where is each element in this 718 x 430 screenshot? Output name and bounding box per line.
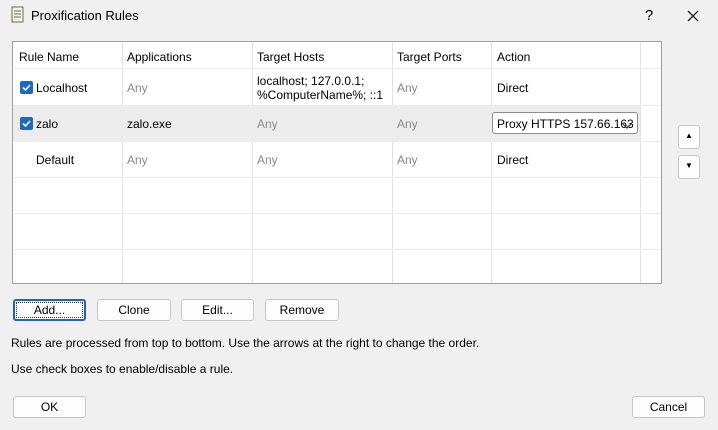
rule-action: Direct <box>497 153 529 167</box>
move-down-button[interactable]: ▼ <box>678 155 700 179</box>
remove-button[interactable]: Remove <box>265 299 339 321</box>
rule-applications: zalo.exe <box>127 117 172 131</box>
window-title: Proxification Rules <box>31 8 139 23</box>
ok-button-label: OK <box>40 400 59 414</box>
rule-applications: Any <box>127 153 148 167</box>
add-button[interactable]: Add... <box>13 299 86 321</box>
action-dropdown-value: Proxy HTTPS 157.66.163 <box>497 117 634 131</box>
table-row-zalo[interactable]: zalo zalo.exe Any Any Proxy HTTPS 157.66… <box>13 106 640 142</box>
column-header-target-ports[interactable]: Target Ports <box>397 50 462 64</box>
clone-button[interactable]: Clone <box>97 299 171 321</box>
rule-name: Default <box>36 153 75 167</box>
ok-button[interactable]: OK <box>13 396 86 418</box>
info-checkbox-text: Use check boxes to enable/disable a rule… <box>11 362 234 376</box>
document-icon <box>10 6 26 24</box>
rule-action: Direct <box>497 81 529 95</box>
move-up-button[interactable]: ▲ <box>678 125 700 149</box>
column-header-rule-name[interactable]: Rule Name <box>19 50 79 64</box>
column-header-target-hosts[interactable]: Target Hosts <box>257 50 324 64</box>
table-row-localhost[interactable]: Localhost Any localhost; 127.0.0.1; %Com… <box>13 69 640 105</box>
info-order-text: Rules are processed from top to bottom. … <box>11 336 480 350</box>
column-header-applications[interactable]: Applications <box>127 50 192 64</box>
checkmark-icon <box>22 84 31 92</box>
arrow-down-icon: ▼ <box>685 161 693 170</box>
title-bar: Proxification Rules ? <box>0 0 718 32</box>
clone-button-label: Clone <box>118 303 150 317</box>
help-button[interactable]: ? <box>636 4 662 28</box>
rule-applications: Any <box>127 81 148 95</box>
rule-ports: Any <box>397 81 418 95</box>
rules-grid[interactable]: Rule Name Applications Target Hosts Targ… <box>12 41 662 284</box>
checkmark-icon <box>22 120 31 128</box>
column-header-action[interactable]: Action <box>497 50 530 64</box>
edit-button[interactable]: Edit... <box>181 299 254 321</box>
table-row-default[interactable]: Default Any Any Any Direct <box>13 142 640 178</box>
rule-name: Localhost <box>36 81 88 95</box>
rule-ports: Any <box>397 117 418 131</box>
rule-ports: Any <box>397 153 418 167</box>
chevron-down-icon <box>622 119 632 133</box>
close-icon[interactable] <box>678 4 708 28</box>
edit-button-label: Edit... <box>202 303 233 317</box>
rule-enabled-checkbox[interactable] <box>20 81 33 94</box>
rule-hosts: Any <box>257 153 278 167</box>
arrow-up-icon: ▲ <box>685 131 693 140</box>
rule-hosts-line2: %ComputerName%; ::1 <box>257 88 384 102</box>
rule-hosts: Any <box>257 117 278 131</box>
rule-hosts-line1: localhost; 127.0.0.1; <box>257 74 365 88</box>
rule-enabled-checkbox[interactable] <box>20 117 33 130</box>
rule-name: zalo <box>36 117 59 131</box>
remove-button-label: Remove <box>279 303 325 317</box>
action-dropdown[interactable]: Proxy HTTPS 157.66.163 <box>492 112 638 134</box>
cancel-button-label: Cancel <box>649 400 688 414</box>
cancel-button[interactable]: Cancel <box>632 396 705 418</box>
